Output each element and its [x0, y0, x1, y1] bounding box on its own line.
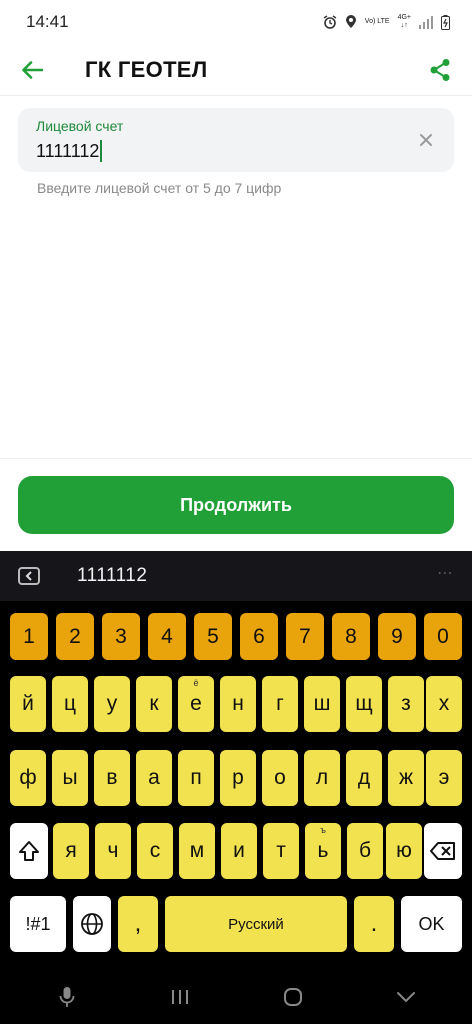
close-icon	[420, 134, 432, 146]
key-letter[interactable]: к	[136, 676, 172, 732]
key-alt-char: ё	[193, 678, 199, 688]
key-letter[interactable]: с	[137, 823, 173, 879]
status-icons: Vo) LTE 4G+ ↓↑	[323, 14, 450, 30]
key-number[interactable]: 4	[148, 613, 186, 660]
system-nav-bar	[0, 970, 472, 1024]
key-letter[interactable]: ж	[388, 750, 424, 806]
key-letter[interactable]: й	[10, 676, 46, 732]
keyboard-collapse-button[interactable]	[18, 567, 40, 585]
key-number[interactable]: 5	[194, 613, 232, 660]
key-number[interactable]: 9	[378, 613, 416, 660]
backspace-icon	[430, 842, 455, 860]
key-letter[interactable]: з	[388, 676, 424, 732]
battery-icon	[441, 14, 450, 30]
language-key[interactable]	[73, 896, 111, 952]
key-main-char: ь	[317, 839, 329, 862]
status-bar: 14:41 Vo) LTE 4G+ ↓↑	[0, 0, 472, 44]
key-letter[interactable]: д	[346, 750, 382, 806]
key-number[interactable]: 7	[286, 613, 324, 660]
key-number[interactable]: 6	[240, 613, 278, 660]
back-button[interactable]	[9, 47, 55, 93]
clear-button[interactable]	[414, 128, 438, 152]
location-icon	[345, 15, 357, 29]
key-letter-soft-sign[interactable]: ъь	[305, 823, 341, 879]
key-letter[interactable]: у	[94, 676, 130, 732]
key-letter[interactable]: н	[220, 676, 256, 732]
voice-input-button[interactable]	[37, 975, 97, 1019]
key-letter[interactable]: ш	[304, 676, 340, 732]
key-number[interactable]: 1	[10, 613, 48, 660]
volte-text: Vo) LTE	[364, 18, 390, 25]
key-alt-char: ъ	[320, 825, 326, 835]
key-letter-e[interactable]: ёе	[178, 676, 214, 732]
key-letter[interactable]: ю	[386, 823, 422, 879]
shift-key[interactable]	[10, 823, 48, 879]
network-type-text: 4G+	[397, 14, 411, 21]
alarm-icon	[323, 15, 337, 29]
symbols-key[interactable]: !#1	[10, 896, 66, 952]
key-letter[interactable]: п	[178, 750, 214, 806]
chevron-down-icon	[396, 992, 415, 1003]
globe-icon	[81, 913, 103, 935]
key-letter[interactable]: э	[426, 750, 462, 806]
key-letter[interactable]: х	[426, 676, 462, 732]
comma-key[interactable]: ,	[118, 896, 158, 952]
key-letter[interactable]: ч	[95, 823, 131, 879]
account-number-input[interactable]: 1111112	[36, 141, 99, 162]
microphone-icon	[59, 987, 74, 1007]
backspace-key[interactable]	[424, 823, 462, 879]
key-letter[interactable]: р	[220, 750, 256, 806]
key-letter[interactable]: щ	[346, 676, 382, 732]
key-number[interactable]: 3	[102, 613, 140, 660]
volte-indicator: Vo) LTE	[365, 18, 390, 26]
home-icon	[283, 988, 302, 1006]
key-letter[interactable]: ц	[52, 676, 88, 732]
account-field-label: Лицевой счет	[36, 118, 124, 134]
home-button[interactable]	[263, 975, 323, 1019]
status-time: 14:41	[26, 12, 69, 31]
key-letter[interactable]: и	[221, 823, 257, 879]
chevron-left-icon	[25, 571, 32, 581]
key-letter[interactable]: л	[304, 750, 340, 806]
text-caret	[100, 140, 103, 162]
signal-icon	[419, 15, 433, 29]
data-arrows-icon: ↓↑	[400, 22, 408, 29]
key-letter[interactable]: т	[263, 823, 299, 879]
key-letter[interactable]: я	[53, 823, 89, 879]
divider	[0, 458, 472, 459]
recent-apps-icon	[171, 990, 188, 1004]
page-title: ГК ГЕОТЕЛ	[85, 56, 208, 82]
network-type-indicator: 4G+ ↓↑	[398, 14, 411, 30]
keyboard-toolbar: 1111112 ⋯	[0, 551, 472, 601]
period-key[interactable]: .	[354, 896, 394, 952]
account-number-field[interactable]: Лицевой счет 1111112	[18, 108, 454, 172]
recent-apps-button[interactable]	[150, 975, 210, 1019]
key-letter[interactable]: б	[347, 823, 383, 879]
key-number[interactable]: 2	[56, 613, 94, 660]
space-key[interactable]: Русский	[165, 896, 347, 952]
key-number[interactable]: 8	[332, 613, 370, 660]
key-main-char: е	[190, 692, 202, 715]
share-icon	[430, 58, 450, 81]
ok-key[interactable]: OK	[401, 896, 462, 952]
system-back-button[interactable]	[376, 975, 436, 1019]
keyboard-more-button[interactable]: ⋯	[437, 563, 454, 583]
key-number[interactable]: 0	[424, 613, 462, 660]
keyboard-text-preview: 1111112	[77, 565, 148, 586]
key-letter[interactable]: в	[94, 750, 130, 806]
shift-icon	[19, 841, 39, 861]
key-letter[interactable]: а	[136, 750, 172, 806]
key-letter[interactable]: м	[179, 823, 215, 879]
key-letter[interactable]: о	[262, 750, 298, 806]
arrow-left-icon	[22, 60, 43, 79]
share-button[interactable]	[417, 47, 463, 93]
account-field-value-row[interactable]: 1111112	[36, 140, 436, 162]
continue-button[interactable]: Продолжить	[18, 476, 454, 534]
key-letter[interactable]: ы	[52, 750, 88, 806]
key-letter[interactable]: ф	[10, 750, 46, 806]
account-field-hint: Введите лицевой счет от 5 до 7 цифр	[37, 180, 282, 196]
key-letter[interactable]: г	[262, 676, 298, 732]
app-bar: ГК ГЕОТЕЛ	[0, 44, 472, 96]
